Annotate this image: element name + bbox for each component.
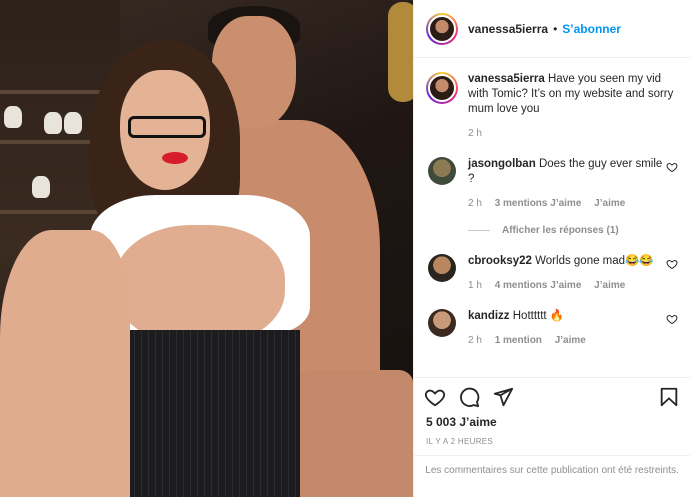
caption-username[interactable]: vanessa5ierra — [468, 73, 545, 85]
wall-clock — [388, 2, 413, 102]
post-caption: vanessa5ierra Have you seen my vid with … — [426, 72, 678, 141]
comment-body: kandizz Hotttttt 🔥 2 h 1 mention J’aime — [468, 309, 664, 348]
comment-likes[interactable]: 1 mention — [495, 335, 542, 346]
author-avatar[interactable] — [426, 12, 458, 45]
comments-list[interactable]: vanessa5ierra Have you seen my vid with … — [414, 58, 690, 377]
vase — [4, 106, 22, 128]
comment-item: kandizz Hotttttt 🔥 2 h 1 mention J’aime — [426, 309, 678, 348]
comment-icon[interactable] — [458, 386, 480, 408]
pinstripe-skirt — [100, 330, 300, 497]
caption-time[interactable]: 2 h — [468, 128, 482, 139]
comment-likes[interactable]: 4 mentions J’aime — [495, 280, 582, 291]
glasses — [128, 116, 206, 138]
comment-time[interactable]: 1 h — [468, 280, 482, 291]
vase — [44, 112, 62, 134]
comment-time[interactable]: 2 h — [468, 335, 482, 346]
comment-like-link[interactable]: J’aime — [594, 198, 625, 209]
post-header: vanessa5ierra • S’abonner — [414, 0, 690, 58]
comment-meta: 2 h 3 mentions J’aime J’aime — [468, 196, 664, 211]
avatar-image — [428, 14, 456, 43]
heart-icon[interactable] — [666, 161, 678, 173]
view-replies-label: Afficher les réponses (1) — [502, 225, 619, 236]
lips — [162, 152, 188, 164]
follow-button[interactable]: S’abonner — [562, 22, 621, 36]
shelf — [0, 210, 110, 214]
shelf — [0, 90, 110, 94]
caption-meta: 2 h — [468, 126, 678, 141]
separator-dot: • — [553, 21, 558, 36]
post-timestamp[interactable]: IL Y A 2 HEURES — [414, 433, 690, 449]
comment-text: Worlds gone mad😂😂 — [535, 255, 654, 267]
caption-body: vanessa5ierra Have you seen my vid with … — [468, 72, 678, 141]
commenter-avatar[interactable] — [428, 309, 456, 337]
comment-username[interactable]: jasongolban — [468, 158, 536, 170]
comment-like-link[interactable]: J’aime — [555, 335, 586, 346]
commenter-avatar[interactable] — [428, 254, 456, 282]
vase — [32, 176, 50, 198]
post-sidebar: vanessa5ierra • S’abonner vanessa5ierra … — [413, 0, 690, 497]
comment-username[interactable]: cbrooksy22 — [468, 255, 532, 267]
comment-like-link[interactable]: J’aime — [594, 280, 625, 291]
comments-restricted-notice: Les commentaires sur cette publication o… — [414, 455, 690, 497]
woman-leg — [0, 230, 130, 497]
caption-avatar[interactable] — [426, 72, 458, 104]
comment-likes[interactable]: 3 mentions J’aime — [495, 198, 582, 209]
instagram-post: vanessa5ierra • S’abonner vanessa5ierra … — [0, 0, 690, 497]
avatar-image — [428, 74, 456, 102]
comment-item: jasongolban Does the guy ever smile ? 2 … — [426, 157, 678, 238]
view-replies-link[interactable]: Afficher les réponses (1) — [468, 223, 664, 238]
action-bar — [414, 377, 690, 415]
heart-icon[interactable] — [666, 313, 678, 325]
comment-text: Hotttttt 🔥 — [512, 310, 565, 322]
comment-meta: 1 h 4 mentions J’aime J’aime — [468, 278, 664, 293]
comment-body: cbrooksy22 Worlds gone mad😂😂 1 h 4 menti… — [468, 254, 664, 293]
heart-icon[interactable] — [424, 386, 446, 408]
post-photo[interactable] — [0, 0, 413, 497]
commenter-avatar[interactable] — [428, 157, 456, 185]
comment-item: cbrooksy22 Worlds gone mad😂😂 1 h 4 menti… — [426, 254, 678, 293]
likes-count[interactable]: 5 003 J’aime — [414, 415, 690, 433]
replies-line — [468, 230, 490, 231]
comment-meta: 2 h 1 mention J’aime — [468, 333, 664, 348]
bookmark-icon[interactable] — [658, 386, 680, 408]
heart-icon[interactable] — [666, 258, 678, 270]
comment-time[interactable]: 2 h — [468, 198, 482, 209]
comment-body: jasongolban Does the guy ever smile ? 2 … — [468, 157, 664, 238]
vase — [64, 112, 82, 134]
share-icon[interactable] — [492, 386, 514, 408]
comment-username[interactable]: kandizz — [468, 310, 510, 322]
author-username[interactable]: vanessa5ierra — [468, 22, 548, 36]
torso — [115, 225, 285, 345]
